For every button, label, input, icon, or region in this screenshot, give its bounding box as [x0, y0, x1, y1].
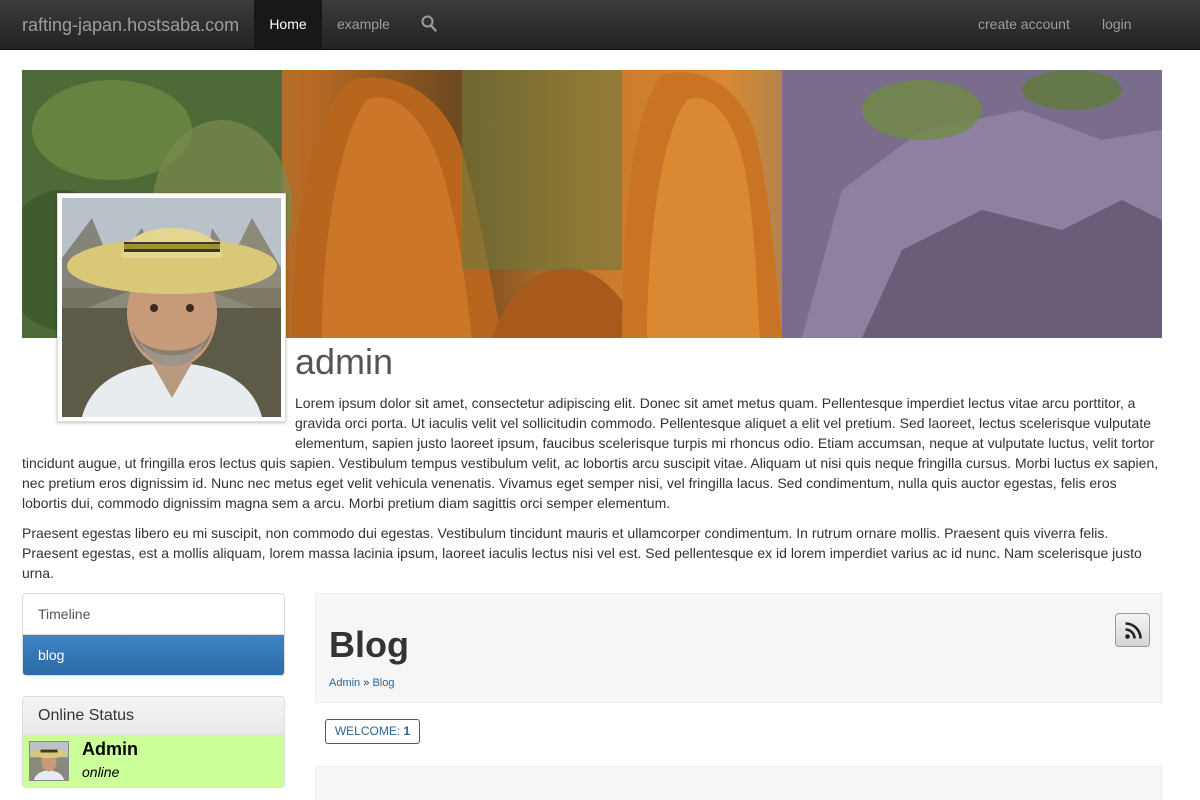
page-title: Blog [329, 624, 409, 665]
online-user-entry[interactable]: Admin online [23, 735, 284, 787]
welcome-badge[interactable]: WELCOME: 1 [325, 719, 420, 744]
rss-feed-button[interactable] [1115, 613, 1150, 647]
avatar[interactable] [29, 741, 69, 781]
site-brand[interactable]: rafting-japan.hostsaba.com [22, 0, 239, 50]
welcome-label: WELCOME: [334, 724, 401, 738]
nav-home[interactable]: Home [254, 0, 322, 50]
breadcrumb-admin-link[interactable]: Admin [329, 677, 360, 689]
rss-icon [1125, 622, 1142, 639]
online-status-title: Online Status [23, 697, 284, 735]
online-status-panel: Online Status Admin online [22, 696, 285, 788]
profile-bio: Lorem ipsum dolor sit amet, consectetur … [22, 393, 1162, 593]
search-icon[interactable] [421, 15, 437, 33]
blog-header-panel: Blog Admin » Blog [315, 593, 1162, 703]
profile-name: admin [295, 341, 394, 382]
sidebar-item-blog[interactable]: blog [23, 635, 284, 675]
welcome-count: 1 [403, 724, 411, 738]
online-user-name[interactable]: Admin [82, 739, 138, 760]
breadcrumb-blog-link[interactable]: Blog [372, 677, 394, 689]
profile-side-nav: Timeline blog [22, 593, 285, 676]
breadcrumb-separator: » [363, 677, 370, 689]
sidebar-item-timeline[interactable]: Timeline [23, 594, 284, 635]
nav-login[interactable]: login [1102, 0, 1132, 50]
profile-avatar[interactable] [57, 193, 286, 422]
nav-example[interactable]: example [337, 0, 390, 50]
breadcrumb: Admin » Blog [329, 677, 394, 689]
top-navbar: rafting-japan.hostsaba.com Home example … [0, 0, 1200, 50]
blog-posts-panel [315, 766, 1162, 800]
online-user-state: online [82, 764, 120, 780]
nav-create-account[interactable]: create account [978, 0, 1070, 50]
bio-paragraph: Praesent egestas libero eu mi suscipit, … [22, 525, 1142, 581]
